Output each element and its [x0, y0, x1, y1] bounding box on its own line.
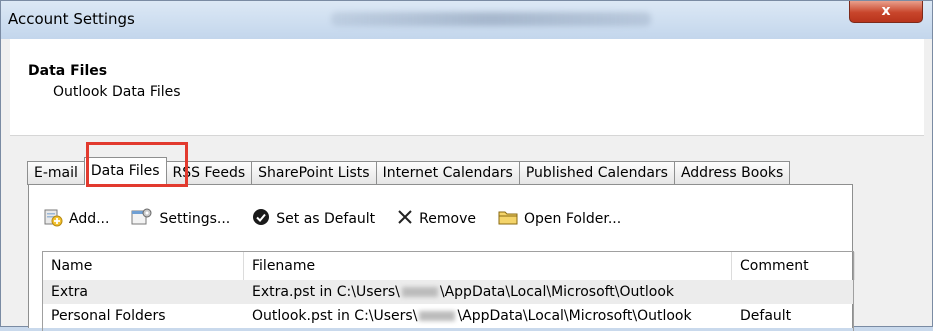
header-panel: Data Files Outlook Data Files	[10, 39, 924, 136]
filename-prefix: Extra.pst in C:\Users\	[252, 284, 400, 300]
table-row[interactable]: Extra Extra.pst in C:\Users\ \AppData\Loc…	[43, 280, 853, 304]
row-name: Personal Folders	[51, 308, 166, 324]
title-bar[interactable]: Account Settings x	[1, 1, 932, 39]
set-as-default-button[interactable]: Set as Default	[252, 208, 375, 230]
tab-content-panel: Add... Settings... Set as Default Remove…	[28, 184, 855, 331]
tab-published-calendars[interactable]: Published Calendars	[518, 161, 675, 185]
tab-internet-calendars[interactable]: Internet Calendars	[375, 161, 520, 185]
close-button[interactable]: x	[849, 1, 923, 23]
tab-address-books[interactable]: Address Books	[673, 161, 791, 185]
window-title: Account Settings	[8, 10, 135, 28]
add-button[interactable]: Add...	[43, 207, 109, 231]
column-header-filename[interactable]: Filename	[244, 252, 732, 280]
account-settings-window: Account Settings x Data Files Outlook Da…	[0, 0, 933, 331]
table-row[interactable]: Personal Folders Outlook.pst in C:\Users…	[43, 304, 853, 328]
remove-label: Remove	[419, 211, 476, 227]
page-title: Data Files	[28, 63, 108, 79]
page-subtitle: Outlook Data Files	[53, 84, 181, 100]
tab-sharepoint-lists[interactable]: SharePoint Lists	[251, 161, 377, 185]
remove-button[interactable]: Remove	[397, 209, 476, 229]
add-data-file-icon	[43, 207, 63, 231]
toolbar: Add... Settings... Set as Default Remove…	[43, 207, 643, 231]
row-comment: Default	[740, 308, 792, 324]
open-folder-button[interactable]: Open Folder...	[498, 209, 621, 229]
filename-prefix: Outlook.pst in C:\Users\	[252, 308, 418, 324]
blurred-username	[401, 287, 438, 297]
open-folder-label: Open Folder...	[524, 211, 622, 227]
data-files-list[interactable]: Name Filename Comment Extra Extra.pst in…	[42, 251, 855, 331]
folder-icon	[498, 209, 518, 229]
add-label: Add...	[69, 211, 110, 227]
row-filename: Extra.pst in C:\Users\ \AppData\Local\Mic…	[244, 280, 674, 304]
filename-suffix: \AppData\Local\Microsoft\Outlook	[457, 308, 692, 324]
list-header: Name Filename Comment	[43, 252, 855, 280]
blurred-username	[419, 311, 456, 321]
column-header-comment[interactable]: Comment	[732, 252, 855, 280]
settings-button[interactable]: Settings...	[131, 207, 230, 231]
tab-highlight-box	[86, 142, 188, 187]
blurred-account-name	[331, 12, 651, 26]
column-header-name[interactable]: Name	[43, 252, 244, 280]
settings-label: Settings...	[159, 211, 231, 227]
settings-icon	[131, 207, 153, 231]
row-filename: Outlook.pst in C:\Users\ \AppData\Local\M…	[244, 304, 692, 328]
tab-email[interactable]: E-mail	[27, 161, 85, 185]
checkmark-circle-icon	[252, 208, 270, 230]
remove-x-icon	[397, 209, 413, 229]
filename-suffix: \AppData\Local\Microsoft\Outlook	[439, 284, 675, 300]
row-name: Extra	[51, 284, 88, 300]
set-as-default-label: Set as Default	[276, 211, 376, 227]
